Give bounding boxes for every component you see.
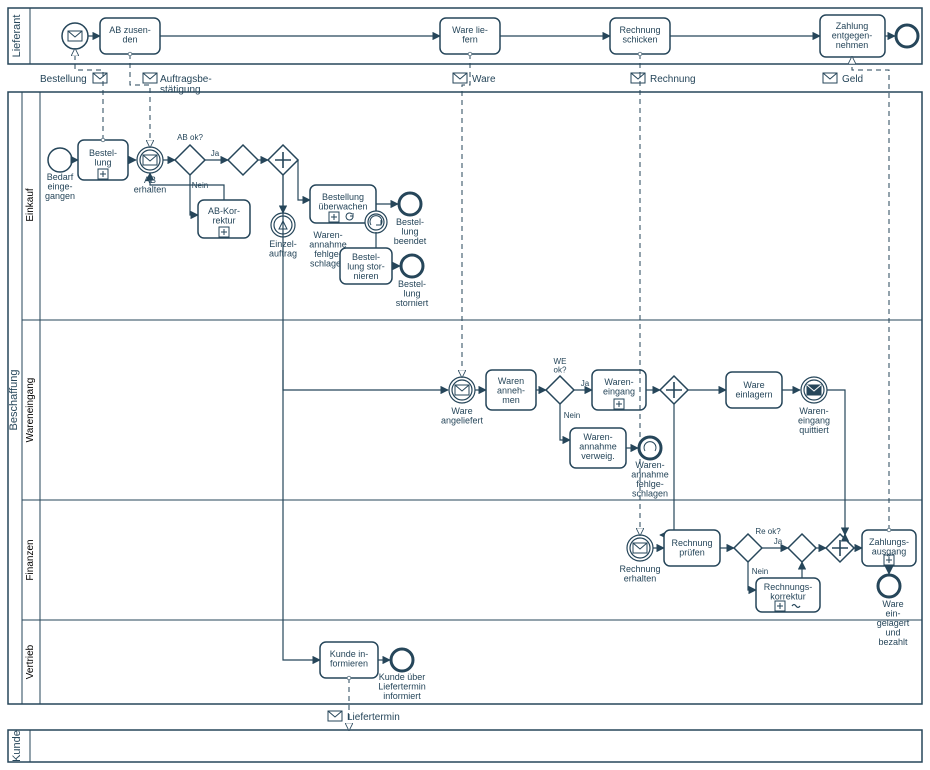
- svg-text:Zahlungentgegen-nehmen: Zahlungentgegen-nehmen: [832, 21, 873, 50]
- event-end-finanzen[interactable]: [878, 575, 900, 597]
- label-nein2: Nein: [564, 411, 580, 420]
- task-ware-liefern[interactable]: Ware lie-fern: [440, 18, 500, 54]
- msg-bestellung: Bestellung: [40, 74, 87, 85]
- task-ab-zusenden[interactable]: AB zusen-den: [100, 18, 160, 54]
- event-bedarf-eingegangen-label: Bedarfeinge-gangen: [45, 172, 75, 201]
- gateway-ab-ok[interactable]: [175, 145, 205, 175]
- msgflow-bestellung: [75, 49, 103, 140]
- event-bestellung-beendet-label: Bestel-lungbeendet: [394, 217, 427, 246]
- msg-liefertermin: Liefertermin: [347, 712, 400, 723]
- event-kunde-informiert[interactable]: [391, 649, 413, 671]
- gateway-we-ok[interactable]: [546, 376, 574, 404]
- event-wareneingang-quittiert-label: Waren-eingangquittiert: [798, 406, 830, 435]
- task-zahlung-entgegennehmen[interactable]: Zahlungentgegen-nehmen: [820, 15, 885, 57]
- lane-vertrieb-label: Vertrieb: [25, 644, 36, 679]
- task-rechnung-schicken-label: Rechnungschicken: [619, 25, 660, 44]
- event-ware-angeliefert-label: Wareangeliefert: [441, 406, 484, 425]
- task-rechnungskorrektur[interactable]: Rechnungs-korrektur: [756, 578, 820, 612]
- task-zahlungsausgang[interactable]: Zahlungs-ausgang: [862, 530, 916, 566]
- label-nein3: Nein: [752, 567, 768, 576]
- envelope-icon: [823, 73, 837, 83]
- event-bedarf-eingegangen[interactable]: [48, 148, 72, 172]
- gateway-parallel-final[interactable]: [826, 534, 854, 562]
- event-lieferant-end[interactable]: [896, 25, 918, 47]
- task-waren-eingang-label: Waren-eingang: [603, 377, 635, 396]
- pool-kunde-label: Kunde: [11, 730, 23, 762]
- event-ab-erhalten[interactable]: [137, 147, 163, 173]
- task-zahlungsausgang-label: Zahlungs-ausgang: [869, 537, 909, 556]
- task-kunde-informieren-label: Kunde in-formieren: [330, 649, 369, 668]
- gateway-parallel-split[interactable]: [268, 145, 298, 175]
- event-ware-angeliefert[interactable]: [449, 377, 475, 403]
- pool-beschaffung-label: Beschaffung: [8, 370, 20, 431]
- task-ware-einlagern[interactable]: Wareeinlagern: [726, 372, 782, 408]
- gateway-re-ok-label: Re ok?: [755, 527, 781, 536]
- lane-finanzen-label: Finanzen: [25, 539, 36, 580]
- task-bestellung-ueberwachen-label: Bestellungüberwachen: [318, 192, 367, 211]
- gateway-merge-re[interactable]: [788, 534, 816, 562]
- gateway-ab-ok-label: AB ok?: [177, 133, 203, 142]
- lane-wareneingang-label: Wareneingang: [25, 378, 36, 443]
- label-ja2: Ja: [581, 379, 590, 388]
- event-warenannahme-fehlgeschlagen2[interactable]: [639, 437, 661, 459]
- gateway-re-ok[interactable]: [734, 534, 762, 562]
- label-ja: Ja: [211, 149, 220, 158]
- gateway-parallel-join[interactable]: [660, 376, 688, 404]
- event-bestellung-storniert[interactable]: [401, 255, 423, 277]
- event-lieferant-start[interactable]: [62, 23, 88, 49]
- event-rechnung-erhalten[interactable]: [627, 535, 653, 561]
- gateway-merge-1[interactable]: [228, 145, 258, 175]
- task-ab-korrektur-label: AB-Kor-rektur: [208, 206, 240, 225]
- envelope-icon: [631, 73, 645, 83]
- envelope-icon: [453, 73, 467, 83]
- lane-einkauf-label: Einkauf: [25, 188, 36, 222]
- task-kunde-informieren[interactable]: Kunde in-formieren: [320, 642, 378, 678]
- task-rechnungskorrektur-label: Rechnungs-korrektur: [764, 582, 813, 601]
- msg-geld: Geld: [842, 74, 863, 85]
- task-rechnung-pruefen[interactable]: Rechnungprüfen: [664, 530, 720, 566]
- task-bestellung[interactable]: Bestel-lung: [78, 140, 128, 180]
- msg-rechnung: Rechnung: [650, 74, 696, 85]
- event-end-finanzen-label: Wareein-gelagertundbezahlt: [877, 599, 910, 647]
- envelope-icon: [143, 73, 157, 83]
- event-bestellung-beendet[interactable]: [399, 193, 421, 215]
- msgflow-ware: [462, 54, 470, 377]
- lieferant-lane-content: AB zusen-den Ware lie-fern Rechnungschic…: [62, 15, 918, 57]
- task-ab-korrektur[interactable]: AB-Kor-rektur: [198, 200, 250, 238]
- task-bestellung-stornieren[interactable]: Bestel-lung stor-nieren: [340, 248, 392, 284]
- envelope-icon: [93, 73, 107, 83]
- msgflow-ab: [130, 54, 150, 147]
- msg-ware: Ware: [472, 74, 496, 85]
- event-warenannahme-fehl-label: Waren-annahmefehlge-schlagen: [631, 460, 669, 498]
- task-zahlung-entgegennehmen-label: Zahlungentgegen-nehmen: [832, 21, 873, 50]
- msgflow-geld: [852, 57, 889, 530]
- label-ja3: Ja: [774, 537, 783, 546]
- event-bestellung-storniert-label: Bestel-lungstorniert: [396, 279, 429, 308]
- boundary-event-escalation[interactable]: [365, 211, 387, 233]
- gateway-we-ok-label: WEok?: [554, 357, 567, 374]
- task-warenannahme-verweig-label: Waren-annahmeverweig.: [579, 432, 617, 461]
- task-rechnung-schicken[interactable]: Rechnungschicken: [610, 18, 670, 54]
- task-waren-eingang[interactable]: Waren-eingang: [592, 370, 646, 410]
- pool-kunde: Kunde: [8, 730, 922, 762]
- event-rechnung-erhalten-label: Rechnungerhalten: [619, 564, 660, 583]
- task-warenannahme-verweig[interactable]: Waren-annahmeverweig.: [570, 428, 626, 468]
- event-wareneingang-quittiert[interactable]: [801, 377, 827, 403]
- svg-text:Rechnungschicken: Rechnungschicken: [619, 25, 660, 44]
- event-kunde-informiert-label: Kunde überLiefertermininformiert: [378, 672, 426, 701]
- pool-lieferant-label: Lieferant: [11, 15, 23, 58]
- envelope-icon: [328, 711, 342, 721]
- task-waren-annehmen[interactable]: Warenanneh-men: [486, 370, 536, 410]
